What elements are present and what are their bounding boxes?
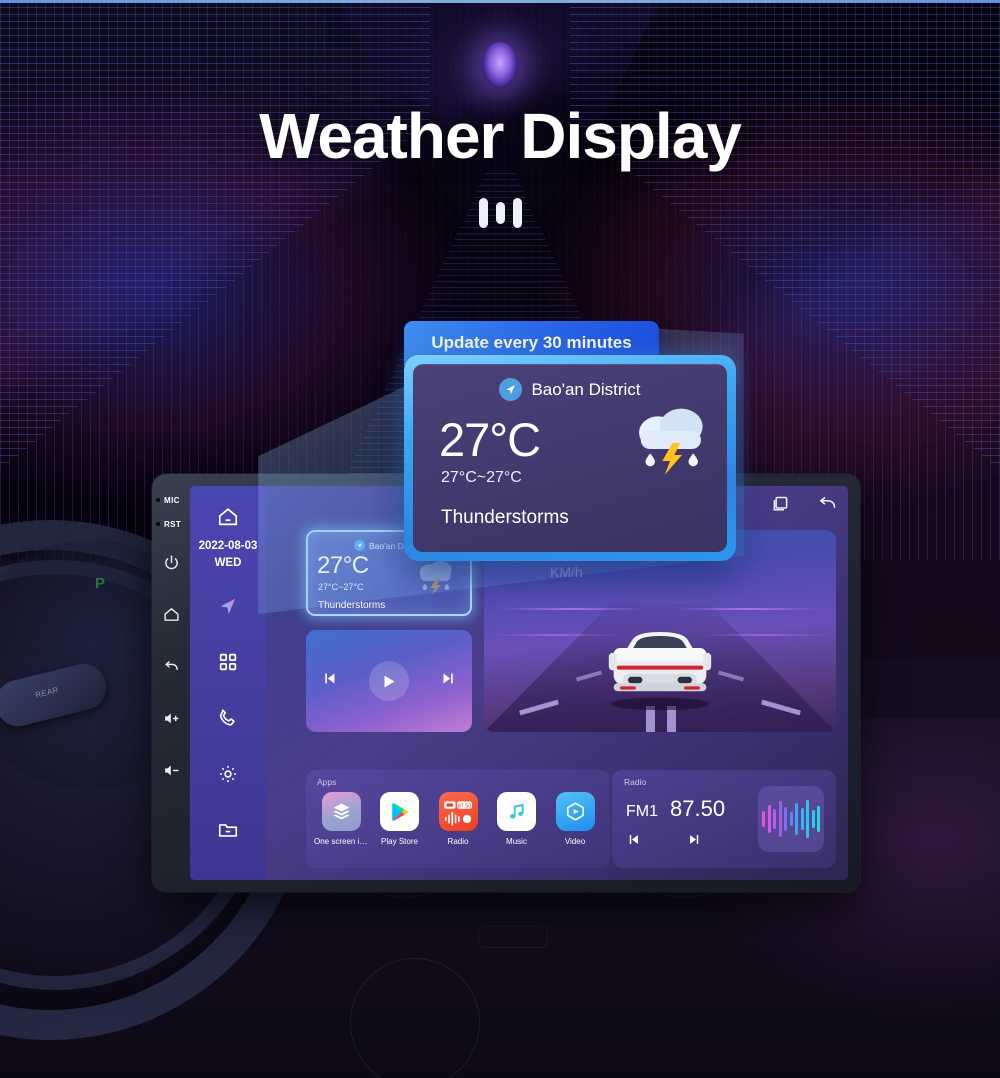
radio-panel: Radio FM1 87.50 [612,770,836,868]
defrost-vent [478,926,548,948]
screen-sidebar: 2022-08-03 WED [190,486,266,880]
thunderstorm-icon [627,400,713,476]
layers-icon [321,792,361,831]
skip-previous-icon[interactable] [626,832,641,852]
reset-dot[interactable] [156,522,160,526]
screen-topnav [770,494,838,520]
divider-bar [495,202,505,224]
sidebar-item-files[interactable] [217,811,239,849]
callout-temperature-range: 27°C~27°C [441,469,522,486]
radio-frequency-row: FM1 87.50 [626,796,725,822]
radio-band: FM1 [626,803,658,820]
app-play-store[interactable]: Play Store [373,792,427,846]
svg-text:87.50: 87.50 [458,803,472,809]
app-label: Video [564,837,586,846]
reset-label: RST [164,519,182,529]
sidebar-weekday: WED [214,556,242,569]
skip-next-icon[interactable] [440,670,457,692]
tunnel-light-orb [482,42,518,88]
top-edge-highlight [0,0,1000,3]
head-unit-bezel: MIC RST [152,474,190,892]
sidebar-item-settings[interactable] [217,755,239,793]
radio-panel-label: Radio [624,777,647,787]
sidebar-item-navigation[interactable] [217,587,239,625]
app-label: Radio [447,837,469,846]
play-store-icon [380,792,419,831]
mic-indicator: MIC [152,488,190,512]
mic-dot [156,498,160,502]
apps-panel-label: Apps [317,777,337,787]
sidebar-item-all-apps[interactable] [217,643,239,681]
neon-line [674,608,822,610]
recent-apps-icon[interactable] [770,494,791,520]
weather-callout-card: Bao'an District 27°C 27°C~27°C Thunderst… [404,355,736,561]
home-button[interactable] [152,588,190,640]
callout-location-row: Bao'an District [413,378,727,401]
back-button[interactable] [152,640,190,692]
navigation-pin-icon [499,378,523,401]
gear-dial [350,958,480,1078]
app-label: Play Store [381,837,418,846]
mic-label: MIC [164,495,180,505]
media-widget[interactable] [306,630,472,732]
volume-up-button[interactable] [152,692,190,744]
audio-waveform-icon[interactable] [758,786,824,852]
sidebar-item-phone[interactable] [217,699,239,737]
car-rear-graphic [596,624,724,711]
radio-frequency: 87.50 [670,796,726,821]
divider-bar [512,198,522,228]
radio-icon: 87.50 [438,792,478,831]
apps-panel: Apps One screen in... Play Store 87.50 R… [306,770,610,868]
app-video[interactable]: Video [548,792,602,846]
weather-callout-inner: Bao'an District 27°C 27°C~27°C Thunderst… [413,364,727,552]
app-radio[interactable]: 87.50 Radio [431,792,485,846]
callout-condition: Thunderstorms [441,507,569,528]
video-play-icon [555,792,595,831]
callout-temperature: 27°C [439,413,541,466]
app-label: One screen in... [314,837,368,846]
radio-controls [626,832,702,852]
apps-row: One screen in... Play Store 87.50 Radio … [314,792,602,846]
power-button[interactable] [152,536,190,588]
app-label: Music [506,837,527,846]
skip-previous-icon[interactable] [321,670,338,692]
sidebar-datetime: 2022-08-03 WED [199,538,258,571]
app-one-screen-in[interactable]: One screen in... [314,792,368,846]
divider-bar [478,198,488,228]
music-note-icon [497,792,536,831]
back-arrow-icon[interactable] [817,494,838,520]
sidebar-home-icon[interactable] [217,498,239,536]
page-title: Weather Display [259,100,742,172]
title-divider [0,198,1000,228]
skip-next-icon[interactable] [687,832,702,852]
reset-indicator[interactable]: RST [152,512,190,536]
gear-indicator: P [95,575,106,592]
app-music[interactable]: Music [490,792,544,846]
sidebar-date: 2022-08-03 [198,540,258,552]
callout-location: Bao'an District [531,379,641,399]
page-root: A/C AUTO P REAR Weather Display MIC RST [0,0,1000,1078]
volume-down-button[interactable] [152,744,190,796]
neon-line [498,608,646,610]
play-icon[interactable] [368,661,409,701]
